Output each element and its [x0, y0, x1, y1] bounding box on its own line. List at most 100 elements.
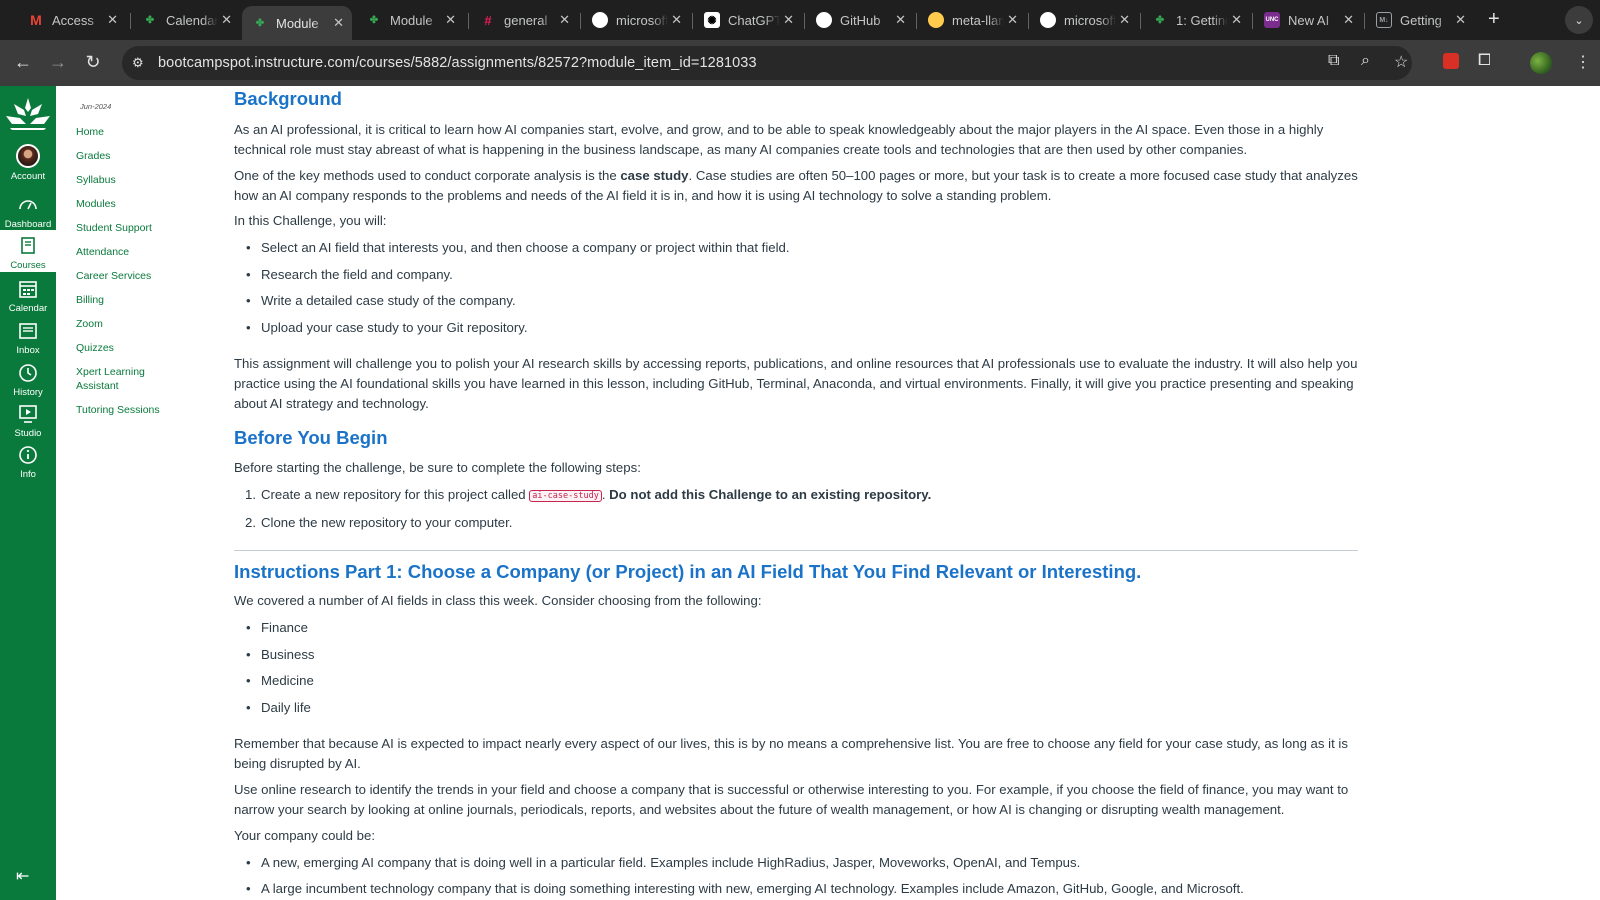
forward-arrow-icon[interactable]: → [47, 52, 69, 73]
canvas-green-icon: ✤ [369, 14, 379, 26]
calendar-icon [19, 281, 37, 298]
part1-paragraph-2: Use online research to identify the tren… [234, 782, 1349, 817]
gmail-icon: M [30, 12, 42, 28]
list-item: A large incumbent technology company tha… [246, 879, 1244, 899]
unc-icon: UNC [1264, 12, 1280, 28]
github-icon [816, 12, 832, 28]
browser-tab-module[interactable]: ✤ Module ✕ [356, 6, 464, 34]
browser-tab-module-active[interactable]: ✤ Module ✕ [242, 6, 352, 40]
close-tab-icon[interactable]: ✕ [1343, 12, 1354, 28]
list-item: Select an AI field that interests you, a… [246, 238, 790, 258]
list-item: Write a detailed case study of the compa… [246, 291, 516, 311]
course-nav-syllabus[interactable]: Syllabus [76, 173, 196, 187]
part1-paragraph-1: Remember that because AI is expected to … [234, 736, 1348, 771]
extensions-puzzle-icon[interactable]: ⧠ [1478, 52, 1491, 70]
global-nav-courses[interactable]: Courses [0, 230, 56, 272]
canvas-green-icon: ✤ [1155, 14, 1165, 26]
collapse-nav-icon[interactable]: ⇤ [16, 866, 29, 886]
part1-intro: We covered a number of AI fields in clas… [234, 593, 762, 608]
close-tab-icon[interactable]: ✕ [783, 12, 794, 28]
close-tab-icon[interactable]: ✕ [895, 12, 906, 28]
browser-tab-calendar[interactable]: ✤ Calendar ✕ [132, 6, 240, 34]
browser-tab-getting-started[interactable]: ✤ 1: Getting ✕ [1142, 6, 1250, 34]
browser-tab-gmail[interactable]: M Access ✕ [18, 6, 126, 34]
extension-red-icon[interactable] [1443, 53, 1459, 69]
browser-toolbar: ← → ↻ ⚙ bootcampspot.instructure.com/cou… [0, 40, 1600, 86]
course-nav-zoom[interactable]: Zoom [76, 317, 196, 331]
canvas-green-icon: ✤ [145, 14, 155, 26]
close-tab-icon[interactable]: ✕ [1231, 12, 1242, 28]
background-paragraph-2: One of the key methods used to conduct c… [234, 168, 1358, 203]
site-info-icon[interactable]: ⚙ [132, 55, 150, 71]
close-tab-icon[interactable]: ✕ [559, 12, 570, 28]
institution-logo[interactable] [4, 96, 52, 132]
global-nav-studio[interactable]: Studio [0, 403, 56, 445]
bookmark-star-icon[interactable]: ☆ [1394, 52, 1408, 72]
case-study-emphasis: case study [620, 168, 689, 183]
course-nav-modules[interactable]: Modules [76, 197, 196, 211]
background-paragraph-3: In this Challenge, you will: [234, 213, 387, 228]
course-nav-student-support[interactable]: Student Support [76, 221, 196, 235]
global-nav-info[interactable]: Info [0, 444, 56, 486]
global-nav-inbox[interactable]: Inbox [0, 320, 56, 362]
course-nav-attendance[interactable]: Attendance [76, 245, 196, 259]
close-tab-icon[interactable]: ✕ [1007, 12, 1018, 28]
reload-icon[interactable]: ↻ [82, 52, 104, 73]
list-item: Business [246, 645, 314, 665]
back-arrow-icon[interactable]: ← [12, 52, 34, 73]
course-nav-tutoring-sessions[interactable]: Tutoring Sessions [76, 403, 196, 417]
heading-before-you-begin: Before You Begin [234, 427, 388, 448]
browser-tab-huggingface[interactable]: meta-llama ✕ [918, 6, 1026, 34]
history-clock-icon [19, 364, 37, 382]
course-nav-home[interactable]: Home [76, 125, 196, 139]
markdown-icon: M↓ [1376, 12, 1392, 28]
zoom-icon[interactable]: ⌕ [1361, 52, 1370, 70]
course-nav-billing[interactable]: Billing [76, 293, 196, 307]
url-text[interactable]: bootcampspot.instructure.com/courses/588… [158, 55, 757, 71]
step-1: 1. Create a new repository for this proje… [245, 487, 932, 502]
global-nav-account[interactable]: Account [0, 144, 56, 186]
close-tab-icon[interactable]: ✕ [445, 12, 456, 28]
browser-tab-getting[interactable]: M↓ Getting ✕ [1366, 6, 1474, 34]
list-item: Medicine [246, 671, 314, 691]
browser-tab-github-microsoft-2[interactable]: microsoft ✕ [1030, 6, 1138, 34]
profile-avatar[interactable] [1530, 52, 1552, 74]
browser-tab-chatgpt[interactable]: ✺ ChatGPT ✕ [694, 6, 802, 34]
course-nav-grades[interactable]: Grades [76, 149, 196, 163]
list-item: Daily life [246, 698, 311, 718]
account-avatar [16, 144, 40, 168]
before-intro: Before starting the challenge, be sure t… [234, 460, 641, 475]
browser-tab-github[interactable]: GitHub ✕ [806, 6, 914, 34]
close-tab-icon[interactable]: ✕ [333, 15, 344, 31]
term-label: Jun-2024 [80, 102, 112, 111]
global-navigation: Account Dashboard Courses Calendar Inbox… [0, 86, 56, 900]
browser-tab-github-microsoft[interactable]: microsoft ✕ [582, 6, 690, 34]
course-nav-quizzes[interactable]: Quizzes [76, 341, 196, 355]
list-item: Finance [246, 618, 308, 638]
openai-icon: ✺ [704, 12, 720, 28]
install-app-icon[interactable]: ⧉ [1328, 52, 1339, 70]
address-bar[interactable]: ⚙ bootcampspot.instructure.com/courses/5… [122, 46, 1412, 80]
close-tab-icon[interactable]: ✕ [671, 12, 682, 28]
global-nav-calendar[interactable]: Calendar [0, 278, 56, 320]
canvas-green-icon: ✤ [255, 17, 265, 29]
course-nav-xpert-learning-assistant[interactable]: Xpert Learning Assistant [76, 365, 166, 393]
part1-paragraph-3: Your company could be: [234, 828, 376, 843]
browser-tab-slack[interactable]: # general ✕ [470, 6, 578, 34]
close-tab-icon[interactable]: ✕ [1455, 12, 1466, 28]
browser-menu-icon[interactable]: ⋮ [1575, 52, 1591, 72]
new-tab-button[interactable]: + [1488, 8, 1500, 31]
heading-background: Background [234, 88, 342, 109]
assignment-content: Background As an AI professional, it is … [234, 86, 1358, 900]
repo-name-code: ai-case-study [529, 490, 602, 502]
section-divider [234, 550, 1358, 551]
close-tab-icon[interactable]: ✕ [107, 12, 118, 28]
global-nav-history[interactable]: History [0, 362, 56, 404]
close-tab-icon[interactable]: ✕ [221, 12, 232, 28]
browser-tab-strip: M Access ✕ ✤ Calendar ✕ ✤ Module ✕ ✤ Mod… [0, 0, 1600, 40]
browser-tab-new-ai[interactable]: UNC New AI ✕ [1254, 6, 1362, 34]
tab-search-chevron-icon[interactable]: ⌄ [1565, 6, 1593, 34]
close-tab-icon[interactable]: ✕ [1119, 12, 1130, 28]
background-paragraph-4: This assignment will challenge you to po… [234, 356, 1358, 411]
course-nav-career-services[interactable]: Career Services [76, 269, 196, 283]
